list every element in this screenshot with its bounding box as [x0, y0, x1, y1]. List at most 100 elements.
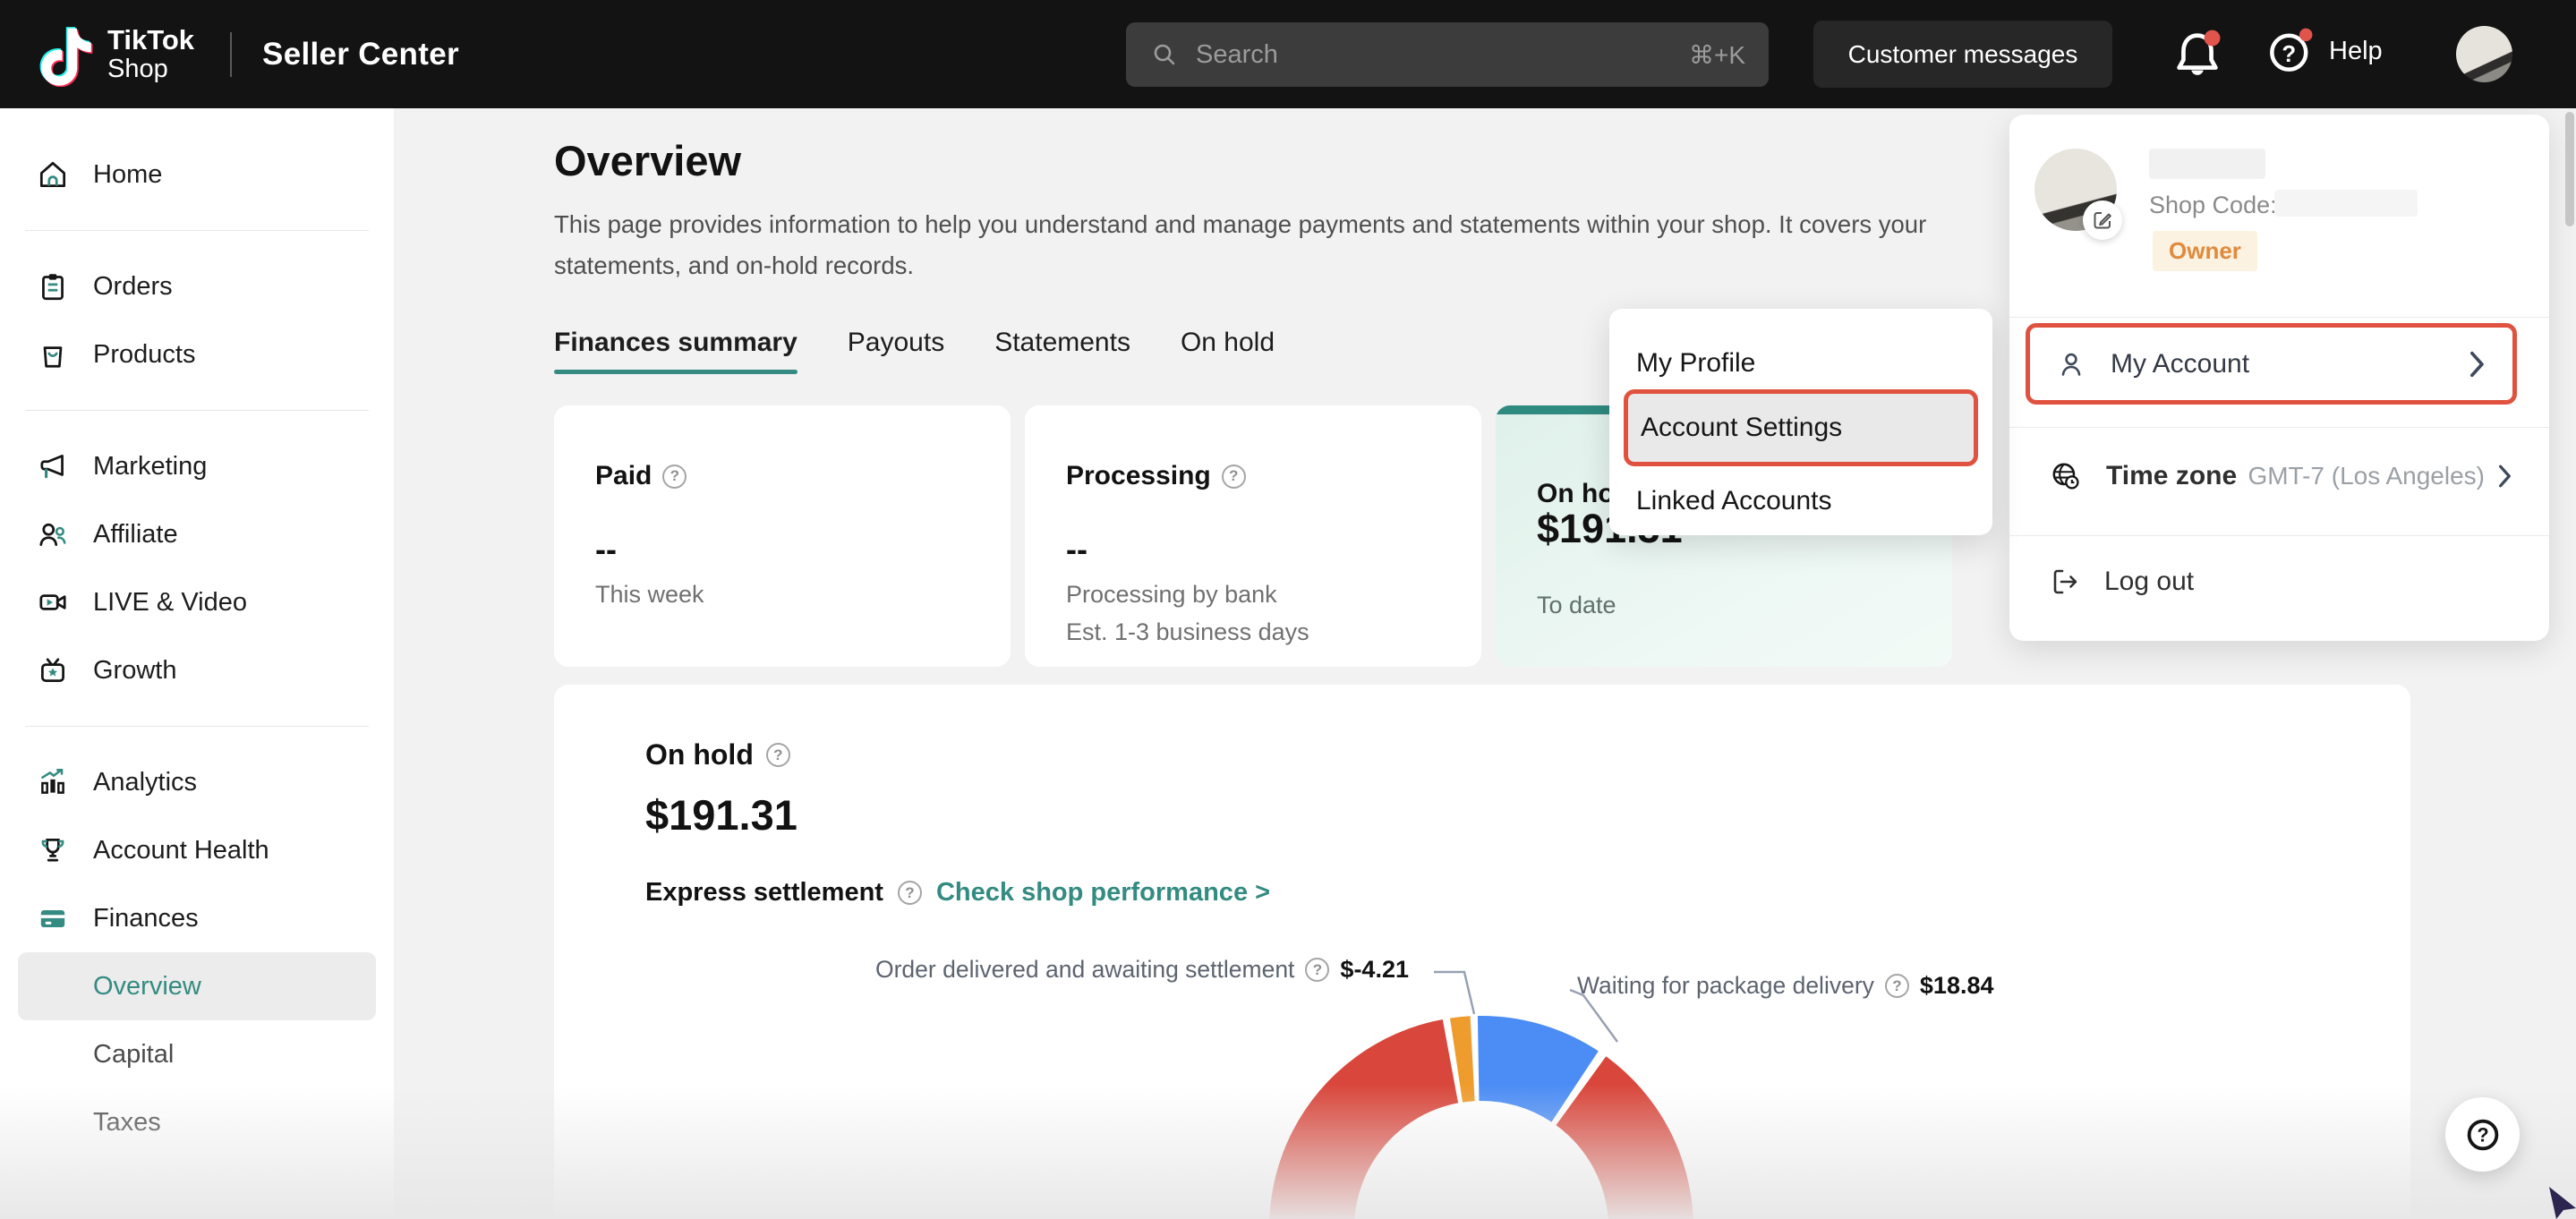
donut-chart-svg — [554, 931, 2410, 1219]
question-circle-icon: ? — [2462, 1114, 2503, 1155]
sidebar-label: Account Health — [93, 836, 269, 865]
on-hold-amount: $191.31 — [645, 790, 798, 840]
paid-card-value: -- — [595, 531, 617, 568]
person-icon — [2055, 348, 2087, 380]
notifications-button[interactable] — [2166, 23, 2229, 86]
menu-item-my-profile[interactable]: My Profile — [1609, 337, 1992, 389]
express-tooltip-icon[interactable]: ? — [898, 881, 922, 905]
floating-help-button[interactable]: ? — [2445, 1097, 2520, 1172]
sidebar-item-products[interactable]: Products — [0, 320, 394, 388]
donut-segments — [1269, 1016, 1693, 1219]
my-account-item[interactable]: My Account — [2026, 323, 2517, 405]
tab-finances-summary[interactable]: Finances summary — [554, 328, 798, 374]
sidebar-label: Finances — [93, 904, 199, 933]
products-icon — [36, 337, 70, 371]
sidebar-item-taxes[interactable]: Taxes — [0, 1088, 394, 1156]
tiktok-logo-icon — [38, 22, 95, 87]
on-hold-card-caption: To date — [1537, 592, 1616, 619]
page-title: Overview — [554, 136, 741, 185]
sidebar-label: LIVE & Video — [93, 588, 247, 618]
help-button[interactable]: ? Help — [2263, 23, 2383, 79]
sidebar-label: Orders — [93, 272, 173, 302]
log-out-icon — [2049, 566, 2081, 598]
user-avatar[interactable] — [2456, 26, 2512, 82]
shop-name-redacted — [2149, 149, 2265, 179]
on-hold-detail-card: On hold ? $191.31 Express settlement ? C… — [554, 685, 2410, 1219]
sidebar-nav: Home Orders Products Marketi — [0, 108, 394, 1219]
chevron-right-icon — [2468, 350, 2487, 379]
tiktok-shop-brand[interactable]: TikTok Shop — [38, 22, 194, 87]
search-input[interactable]: Search ⌘+K — [1126, 22, 1769, 87]
sidebar-label: Growth — [93, 656, 176, 686]
tab-on-hold[interactable]: On hold — [1181, 328, 1275, 374]
search-placeholder: Search — [1196, 40, 1689, 70]
page-description: This page provides information to help y… — [554, 204, 2255, 286]
paid-card-caption: This week — [595, 581, 704, 609]
tab-payouts[interactable]: Payouts — [848, 328, 944, 374]
analytics-icon — [36, 765, 70, 799]
edit-avatar-button[interactable] — [2083, 200, 2122, 240]
time-zone-value: GMT-7 (Los Angeles) — [2248, 462, 2485, 490]
product-title: Seller Center — [262, 37, 459, 72]
sidebar-item-affiliate[interactable]: Affiliate — [0, 500, 394, 568]
header-divider — [230, 32, 232, 77]
help-notification-dot — [2299, 29, 2312, 41]
finance-tabs: Finances summary Payouts Statements On h… — [554, 328, 1275, 374]
on-hold-section-tooltip-icon[interactable]: ? — [766, 743, 790, 767]
panel-divider — [2009, 535, 2549, 536]
donut-leader-line-right — [1570, 990, 1617, 1042]
time-zone-globe-icon — [2049, 459, 2083, 493]
time-zone-item[interactable]: Time zone GMT-7 (Los Angeles) — [2049, 449, 2513, 503]
sidebar-item-live-video[interactable]: LIVE & Video — [0, 568, 394, 636]
finances-icon — [36, 901, 70, 935]
orders-icon — [36, 269, 70, 303]
donut-leader-line-left — [1434, 972, 1474, 1014]
on-hold-section-title: On hold — [645, 738, 754, 771]
home-icon — [36, 158, 70, 192]
scrollbar-thumb[interactable] — [2565, 112, 2574, 226]
brand-name: TikTok Shop — [107, 26, 194, 81]
panel-divider — [2009, 317, 2549, 318]
sidebar-label: Affiliate — [93, 520, 178, 550]
processing-tooltip-icon[interactable]: ? — [1222, 465, 1246, 489]
sidebar-divider — [25, 230, 369, 231]
paid-tooltip-icon[interactable]: ? — [662, 465, 687, 489]
live-video-icon — [36, 585, 70, 619]
help-icon: ? — [2263, 23, 2318, 79]
growth-icon — [36, 653, 70, 687]
menu-item-linked-accounts[interactable]: Linked Accounts — [1609, 475, 1992, 527]
account-panel: Shop Code: Owner My Account Time zone GM… — [2009, 115, 2549, 641]
top-header-bar: TikTok Shop Seller Center Search ⌘+K Cus… — [0, 0, 2576, 108]
sidebar-item-analytics[interactable]: Analytics — [0, 748, 394, 816]
sidebar-item-growth[interactable]: Growth — [0, 636, 394, 704]
menu-item-account-settings[interactable]: Account Settings — [1624, 389, 1978, 466]
my-account-label: My Account — [2111, 349, 2468, 379]
customer-messages-button[interactable]: Customer messages — [1813, 21, 2112, 88]
tab-statements[interactable]: Statements — [994, 328, 1130, 374]
sidebar-item-orders[interactable]: Orders — [0, 252, 394, 320]
sidebar-item-capital[interactable]: Capital — [0, 1020, 394, 1088]
sidebar-item-home[interactable]: Home — [0, 141, 394, 209]
processing-card-caption2: Est. 1-3 business days — [1066, 618, 1309, 646]
time-zone-label: Time zone — [2106, 461, 2248, 491]
help-label: Help — [2329, 37, 2383, 66]
processing-card-title: Processing — [1066, 461, 1211, 491]
brand-line2: Shop — [107, 55, 194, 82]
sidebar-item-finances[interactable]: Finances — [0, 884, 394, 952]
sidebar-item-overview[interactable]: Overview — [18, 952, 376, 1020]
log-out-item[interactable]: Log out — [2049, 555, 2513, 609]
sidebar-item-marketing[interactable]: Marketing — [0, 432, 394, 500]
check-shop-performance-link[interactable]: Check shop performance > — [936, 878, 1270, 908]
chevron-right-icon — [2497, 464, 2513, 489]
sidebar-item-account-health[interactable]: Account Health — [0, 816, 394, 884]
search-icon — [1149, 39, 1180, 70]
account-health-icon — [36, 833, 70, 867]
shop-code-label: Shop Code: — [2149, 192, 2277, 219]
shop-code-redacted — [2274, 190, 2418, 217]
svg-text:?: ? — [2477, 1123, 2488, 1146]
express-settlement-label: Express settlement — [645, 878, 883, 908]
page-description-line1: This page provides information to help y… — [554, 204, 2255, 245]
sidebar-divider — [25, 726, 369, 727]
svg-text:?: ? — [2282, 42, 2296, 67]
owner-badge: Owner — [2153, 231, 2257, 271]
